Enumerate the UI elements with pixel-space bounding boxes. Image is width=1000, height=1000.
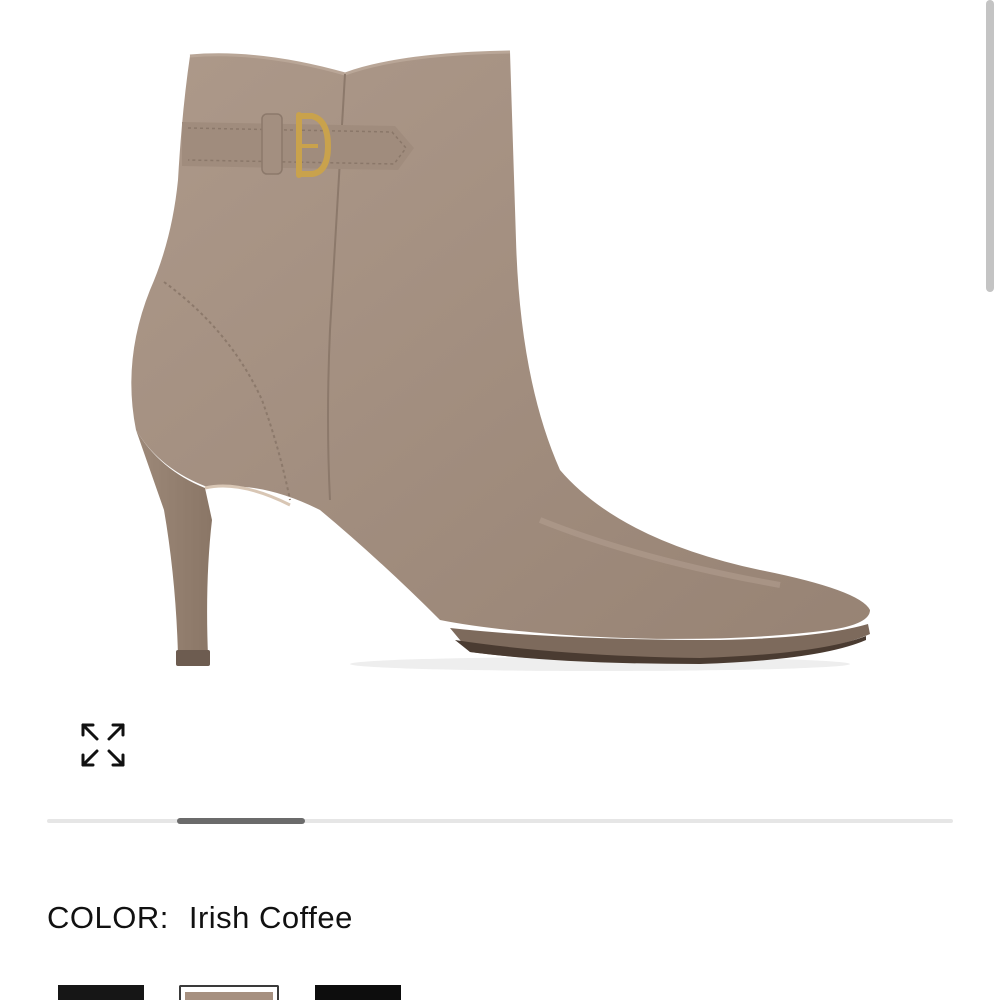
- swatch-irish-coffee[interactable]: [185, 992, 273, 1000]
- expand-image-button[interactable]: [74, 716, 132, 774]
- expand-arrows-icon: [81, 723, 125, 767]
- product-image: [131, 50, 871, 671]
- color-label: COLOR:: [47, 900, 169, 935]
- color-value: Irish Coffee: [188, 900, 353, 935]
- color-swatches: [0, 985, 1000, 1000]
- page-scrollbar[interactable]: [986, 0, 994, 292]
- swatch-black[interactable]: [58, 985, 144, 1000]
- color-selection: COLOR: Irish Coffee: [47, 898, 353, 938]
- carousel-scrollbar[interactable]: [47, 818, 953, 824]
- carousel-scroll-thumb[interactable]: [177, 818, 305, 824]
- swatch-black-2[interactable]: [315, 985, 401, 1000]
